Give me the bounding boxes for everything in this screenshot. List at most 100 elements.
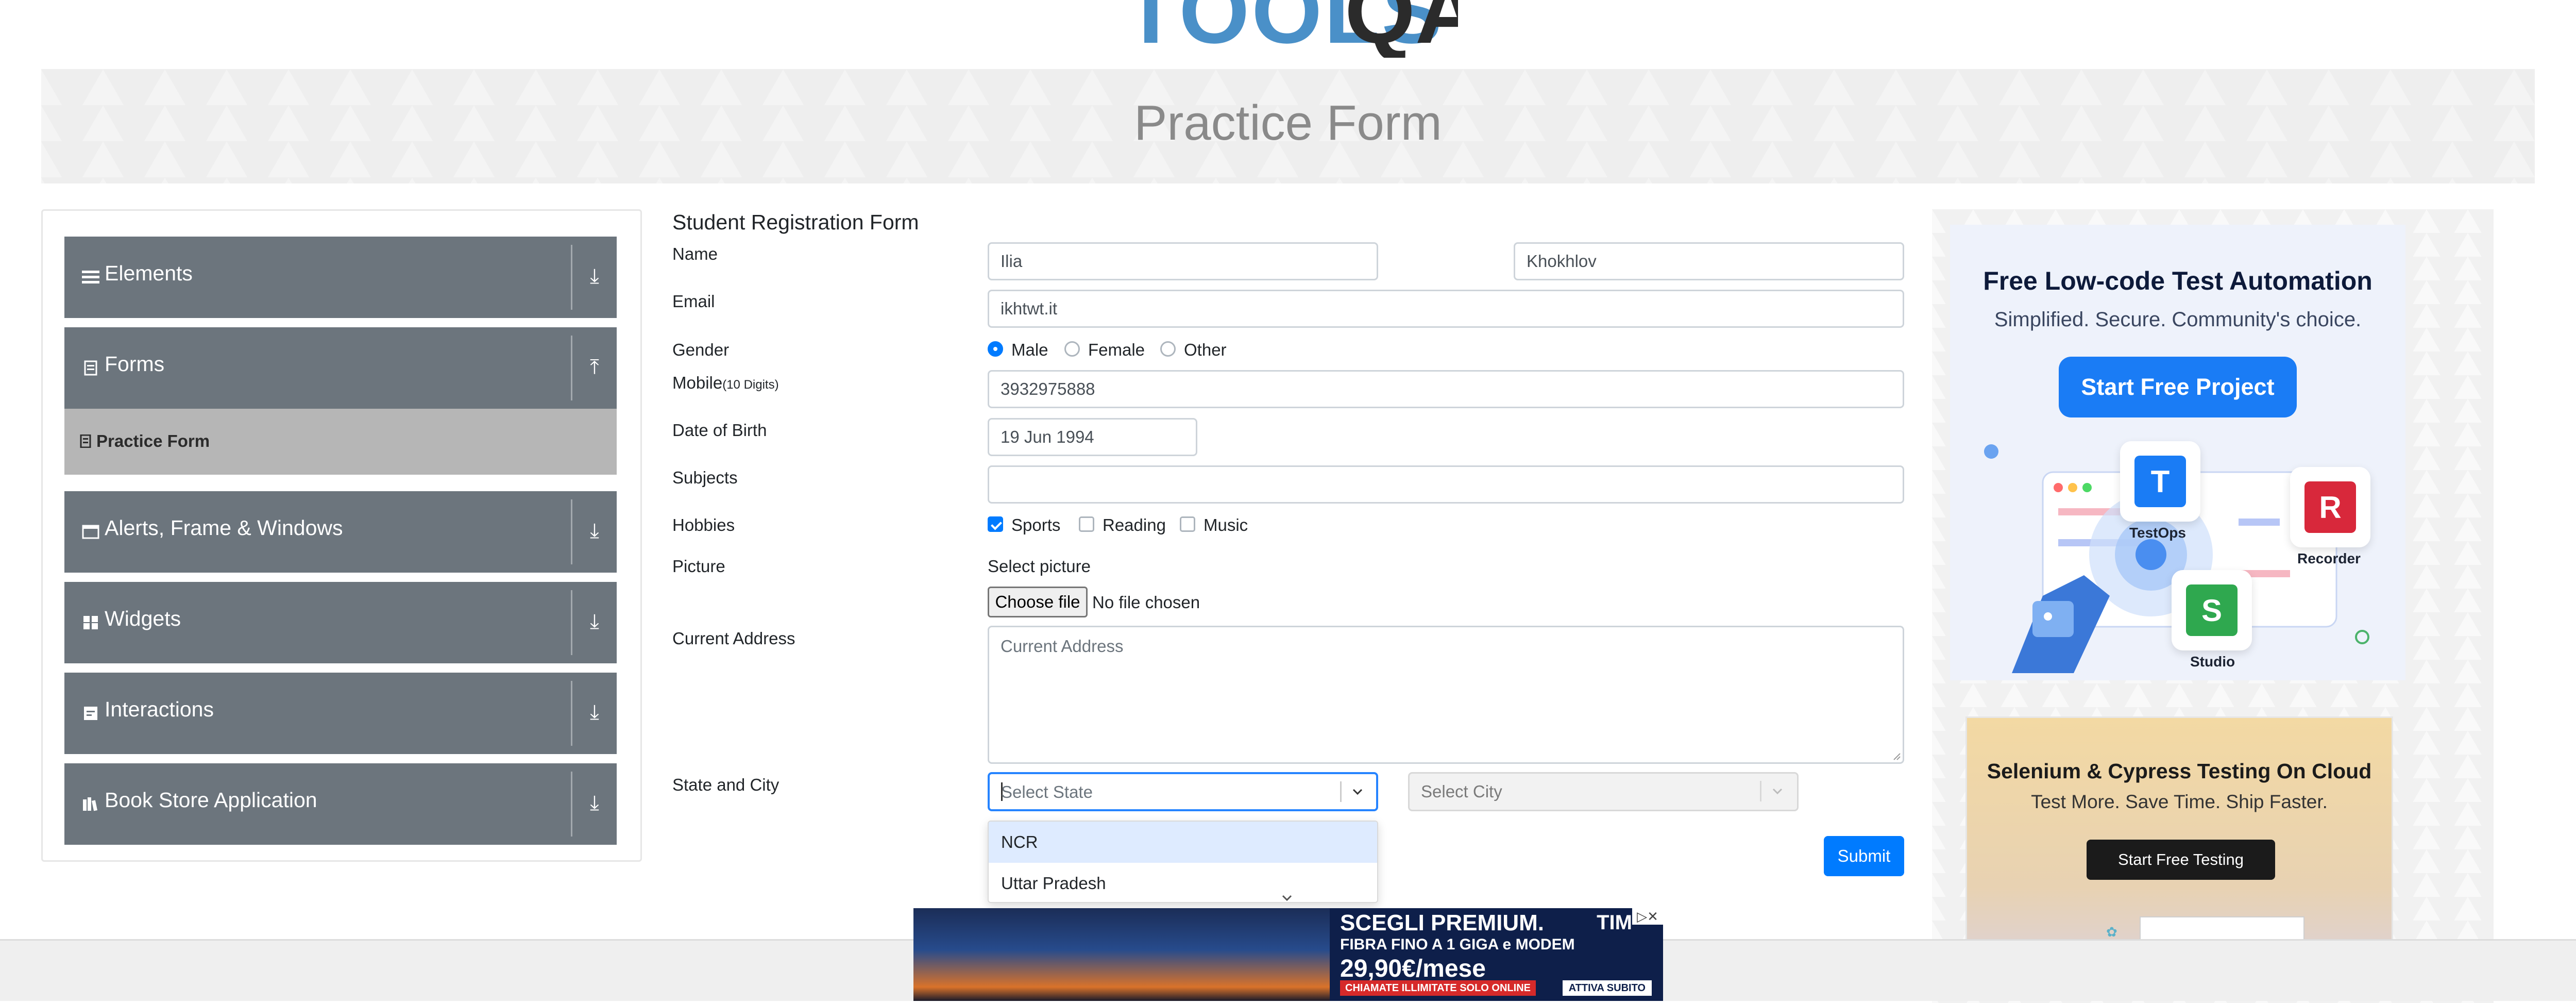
gender-radio-other[interactable] bbox=[1160, 341, 1176, 357]
sidebar-group-label: Alerts, Frame & Windows bbox=[105, 516, 343, 540]
date-of-birth-input[interactable]: 19 Jun 1994 bbox=[988, 418, 1197, 456]
sidebar-group-label: Elements bbox=[105, 261, 193, 285]
divider bbox=[571, 681, 572, 746]
divider bbox=[571, 245, 572, 310]
first-name-input[interactable]: Ilia bbox=[988, 242, 1378, 280]
ad-subtitle: Test More. Save Time. Ship Faster. bbox=[2031, 791, 2328, 812]
ad-title: Free Low-code Test Automation bbox=[1983, 266, 2372, 295]
state-option-uttar-pradesh[interactable]: Uttar Pradesh bbox=[989, 863, 1377, 902]
choose-file-button[interactable]: Choose file bbox=[988, 587, 1088, 617]
file-status-text: No file chosen bbox=[1092, 593, 1200, 612]
submit-button[interactable]: Submit bbox=[1824, 836, 1904, 876]
state-dropdown-menu: NCR Uttar Pradesh bbox=[988, 821, 1378, 903]
city-placeholder: Select City bbox=[1421, 782, 1502, 801]
katalon-ad[interactable]: Free Low-code Test Automation Simplified… bbox=[1950, 225, 2405, 680]
subjects-input[interactable] bbox=[988, 465, 1904, 504]
download-arrow-icon[interactable]: ⤓ bbox=[580, 516, 609, 546]
page-banner: Practice Form bbox=[41, 69, 2535, 183]
chevron-down-icon[interactable] bbox=[1350, 785, 1365, 798]
sidebar: Elements ⤓ Forms ⤒ Practice Form Alerts,… bbox=[41, 209, 642, 862]
divider bbox=[571, 336, 572, 400]
ad-price: 29,90€/mese bbox=[1340, 955, 1486, 982]
gender-option-label[interactable]: Female bbox=[1088, 340, 1145, 360]
ad-line: FIBRA FINO A 1 GIGA e MODEM bbox=[1340, 936, 1575, 953]
ad-brand-logo: TIM bbox=[1597, 911, 1632, 934]
recorder-tile: R bbox=[2290, 467, 2370, 547]
hobby-checkbox-reading[interactable] bbox=[1079, 516, 1094, 532]
state-option-ncr[interactable]: NCR bbox=[989, 822, 1377, 863]
name-label: Name bbox=[672, 244, 718, 263]
sidebar-group-elements[interactable]: Elements ⤓ bbox=[64, 237, 617, 318]
hobbies-label: Hobbies bbox=[672, 515, 735, 534]
sidebar-group-label: Widgets bbox=[105, 607, 181, 630]
city-image bbox=[913, 908, 1330, 1001]
resize-handle-icon[interactable] bbox=[1892, 751, 1901, 761]
hobby-option-label[interactable]: Sports bbox=[1011, 515, 1060, 535]
decor-icon: ✿ bbox=[2106, 924, 2117, 940]
window-icon bbox=[82, 525, 99, 539]
page-title: Practice Form bbox=[1134, 95, 1442, 151]
gender-label: Gender bbox=[672, 340, 730, 359]
sidebar-group-book-store[interactable]: Book Store Application ⤓ bbox=[64, 763, 617, 845]
tile-label: TestOps bbox=[2129, 525, 2186, 541]
interact-icon bbox=[84, 707, 97, 720]
gender-option-label[interactable]: Other bbox=[1184, 340, 1227, 360]
select-picture-label: Select picture bbox=[988, 557, 1091, 576]
download-arrow-icon[interactable]: ⤓ bbox=[580, 607, 609, 637]
current-address-textarea[interactable]: Current Address bbox=[988, 626, 1904, 764]
sidebar-group-forms[interactable]: Forms ⤒ bbox=[64, 327, 617, 409]
recorder-logo-icon: R bbox=[2304, 481, 2356, 533]
toolsqa-logo[interactable]: TOOLS QA bbox=[1123, 0, 1458, 58]
divider bbox=[571, 590, 572, 655]
doc-icon bbox=[80, 434, 91, 448]
sidebar-group-alerts[interactable]: Alerts, Frame & Windows ⤓ bbox=[64, 491, 617, 573]
divider bbox=[571, 499, 572, 564]
mobile-label: Mobile(10 Digits) bbox=[672, 373, 779, 393]
dob-label: Date of Birth bbox=[672, 421, 767, 440]
form-title: Student Registration Form bbox=[672, 210, 919, 234]
start-free-testing-button[interactable]: Start Free Testing bbox=[2087, 840, 2275, 880]
scroll-down-icon[interactable] bbox=[1279, 892, 1295, 904]
hamburger-icon bbox=[82, 271, 99, 283]
sidebar-item-label: Practice Form bbox=[96, 431, 210, 450]
ad-title: Selenium & Cypress Testing On Cloud bbox=[1987, 759, 2372, 783]
chevron-down-icon[interactable] bbox=[1770, 785, 1785, 797]
ad-copy-panel: SCEGLI PREMIUM. FIBRA FINO A 1 GIGA e MO… bbox=[1330, 908, 1663, 1001]
download-arrow-icon[interactable]: ⤓ bbox=[580, 697, 609, 727]
state-placeholder: Select State bbox=[1001, 782, 1093, 801]
sidebar-item-practice-form[interactable]: Practice Form bbox=[64, 409, 617, 475]
ad-close-icon[interactable]: ▷✕ bbox=[1632, 908, 1663, 925]
testops-tile: T bbox=[2120, 441, 2200, 522]
grid-icon bbox=[83, 616, 98, 629]
state-select[interactable]: Select State bbox=[988, 772, 1378, 811]
download-arrow-icon[interactable]: ⤓ bbox=[580, 788, 609, 818]
upload-arrow-icon[interactable]: ⤒ bbox=[580, 352, 609, 382]
form-icon bbox=[84, 360, 97, 376]
last-name-input[interactable]: Khokhlov bbox=[1514, 242, 1904, 280]
mobile-input[interactable]: 3932975888 bbox=[988, 370, 1904, 408]
hobby-checkbox-music[interactable] bbox=[1180, 516, 1195, 532]
ad-subtitle: Simplified. Secure. Community's choice. bbox=[1994, 308, 2362, 331]
ad-cta-button[interactable]: ATTIVA SUBITO bbox=[1562, 980, 1652, 996]
hobby-option-label[interactable]: Reading bbox=[1103, 515, 1166, 535]
bottom-banner-ad[interactable]: SCEGLI PREMIUM. FIBRA FINO A 1 GIGA e MO… bbox=[913, 908, 1663, 1001]
sidebar-group-interactions[interactable]: Interactions ⤓ bbox=[64, 673, 617, 754]
divider bbox=[571, 772, 572, 837]
sidebar-group-widgets[interactable]: Widgets ⤓ bbox=[64, 582, 617, 663]
start-free-project-button[interactable]: Start Free Project bbox=[2059, 357, 2297, 417]
select-divider bbox=[1340, 781, 1342, 802]
email-label: Email bbox=[672, 292, 715, 311]
current-address-label: Current Address bbox=[672, 629, 795, 648]
subjects-label: Subjects bbox=[672, 468, 738, 487]
sidebar-group-label: Forms bbox=[105, 352, 165, 376]
city-select[interactable]: Select City bbox=[1408, 772, 1799, 811]
hobby-option-label[interactable]: Music bbox=[1204, 515, 1248, 535]
email-input[interactable]: ikhtwt.it bbox=[988, 290, 1904, 328]
download-arrow-icon[interactable]: ⤓ bbox=[580, 261, 609, 291]
sidebar-group-label: Interactions bbox=[105, 697, 214, 721]
mobile-hint: (10 Digits) bbox=[722, 378, 779, 392]
hobby-checkbox-sports[interactable] bbox=[988, 516, 1003, 532]
gender-option-label[interactable]: Male bbox=[1011, 340, 1048, 360]
gender-radio-female[interactable] bbox=[1064, 341, 1080, 357]
gender-radio-male[interactable] bbox=[988, 341, 1003, 357]
